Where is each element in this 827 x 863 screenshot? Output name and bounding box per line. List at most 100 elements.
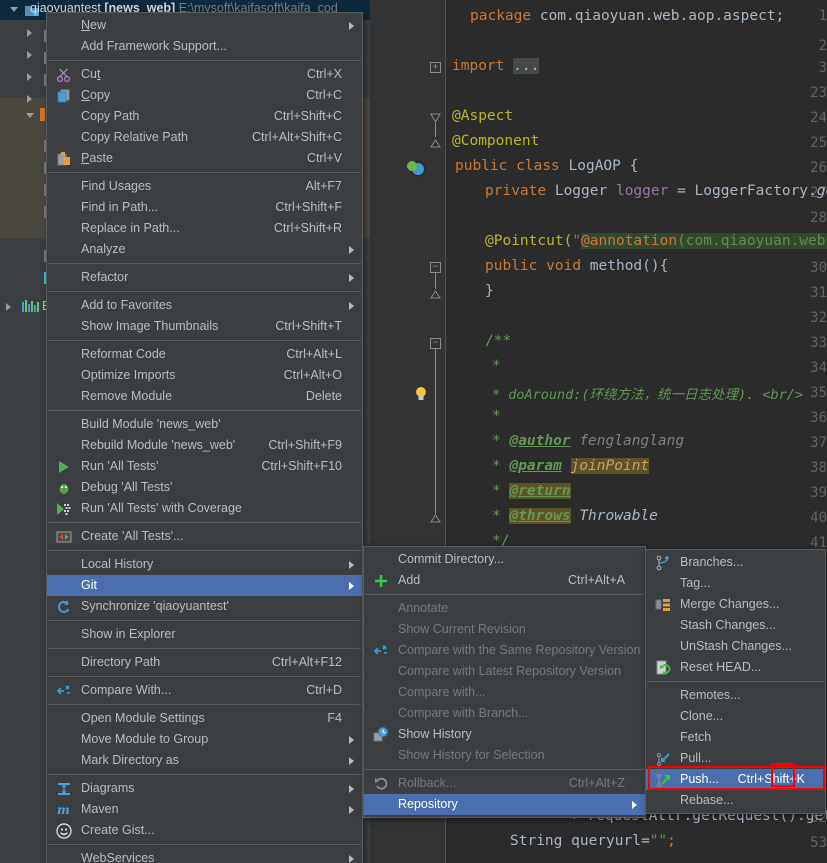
menu-item-fetch[interactable]: Fetch xyxy=(646,727,825,748)
menu-item-label: Remotes... xyxy=(680,688,741,702)
menu-item-open-module-settings[interactable]: Open Module Settings F4 xyxy=(47,708,362,729)
menu-item-clone[interactable]: Clone... xyxy=(646,706,825,727)
menu-item-git[interactable]: Git xyxy=(47,575,362,596)
menu-item-label: Compare with Branch... xyxy=(398,706,529,720)
menu-item-branches[interactable]: Branches... xyxy=(646,552,825,573)
menu-item-maven[interactable]: m Maven xyxy=(47,799,362,820)
menu-item-build-module-news-web[interactable]: Build Module 'news_web' xyxy=(47,414,362,435)
maven-icon: m xyxy=(56,802,72,818)
menu-item-copy-relative-path[interactable]: Copy Relative Path Ctrl+Alt+Shift+C xyxy=(47,127,362,148)
fold-collapse-end-icon[interactable] xyxy=(430,288,441,299)
menu-item-label: Add xyxy=(398,573,421,587)
chevron-right-icon xyxy=(349,855,354,863)
line-number: 36 xyxy=(810,410,827,426)
menu-item-find-usages[interactable]: Find Usages Alt+F7 xyxy=(47,176,362,197)
menu-item-add-to-favorites[interactable]: Add to Favorites xyxy=(47,295,362,316)
menu-item-add[interactable]: Add Ctrl+Alt+A xyxy=(364,570,645,591)
menu-item-optimize-imports[interactable]: Optimize Imports Ctrl+Alt+O xyxy=(47,365,362,386)
fold-collapse-end-icon[interactable] xyxy=(430,137,441,148)
menu-item-shortcut: Ctrl+Shift+F10 xyxy=(261,459,342,473)
menu-item-local-history[interactable]: Local History xyxy=(47,554,362,575)
code-line: * @return xyxy=(492,483,571,499)
class-run-marker-icon[interactable] xyxy=(407,161,426,177)
menu-item-label: UnStash Changes... xyxy=(680,639,792,653)
menu-item-label: Tag... xyxy=(680,576,711,590)
menu-item-debug-all-tests[interactable]: Debug 'All Tests' xyxy=(47,477,362,498)
menu-item-directory-path[interactable]: Directory Path Ctrl+Alt+F12 xyxy=(47,652,362,673)
menu-item-copy-path[interactable]: Copy Path Ctrl+Shift+C xyxy=(47,106,362,127)
menu-item-unstash-changes[interactable]: UnStash Changes... xyxy=(646,636,825,657)
menu-item-label: Show Current Revision xyxy=(398,622,526,636)
menu-item-paste[interactable]: Paste Ctrl+V xyxy=(47,148,362,169)
tree-expand-toggle[interactable] xyxy=(27,51,32,59)
menu-item-label: Find Usages xyxy=(81,179,152,193)
menu-item-run-all-tests-with-coverage[interactable]: Run 'All Tests' with Coverage xyxy=(47,498,362,519)
menu-item-analyze[interactable]: Analyze xyxy=(47,239,362,260)
fold-collapse-start-icon[interactable] xyxy=(430,112,441,124)
menu-item-create-gist[interactable]: Create Gist... xyxy=(47,820,362,841)
fold-collapse-icon[interactable]: − xyxy=(430,262,441,273)
menu-item-shortcut: Ctrl+Shift+R xyxy=(273,221,342,235)
fold-expand-icon[interactable]: + xyxy=(430,62,441,73)
menu-item-create-all-tests[interactable]: Create 'All Tests'... xyxy=(47,526,362,547)
repository-submenu[interactable]: Branches... Tag... Merge Changes... Stash C… xyxy=(645,549,826,814)
code-token-class: class xyxy=(516,158,560,174)
menu-item-compare-with[interactable]: Compare With... Ctrl+D xyxy=(47,680,362,701)
line-number: 26 xyxy=(810,160,827,176)
menu-separator xyxy=(48,522,361,523)
menu-item-remotes[interactable]: Remotes... xyxy=(646,685,825,706)
code-token-import-fold[interactable]: ... xyxy=(513,58,540,74)
menu-item-show-in-explorer[interactable]: Show in Explorer xyxy=(47,624,362,645)
menu-item-remove-module[interactable]: Remove Module Delete xyxy=(47,386,362,407)
tree-expand-toggle[interactable] xyxy=(27,95,32,103)
tree-expand-toggle[interactable] xyxy=(27,73,32,81)
menu-item-reset-head[interactable]: Reset HEAD... xyxy=(646,657,825,678)
menu-item-show-history[interactable]: Show History xyxy=(364,724,645,745)
menu-item-find-in-path[interactable]: Find in Path... Ctrl+Shift+F xyxy=(47,197,362,218)
menu-item-copy[interactable]: Copy Ctrl+C xyxy=(47,85,362,106)
menu-item-label: Paste xyxy=(81,151,113,165)
line-number: 33 xyxy=(810,335,827,351)
menu-item-reformat-code[interactable]: Reformat Code Ctrl+Alt+L xyxy=(47,344,362,365)
fold-stem xyxy=(435,349,436,514)
menu-item-cut[interactable]: Cut Ctrl+X xyxy=(47,64,362,85)
intention-bulb-icon[interactable] xyxy=(414,386,427,401)
code-token-logger-field: logger xyxy=(615,183,669,199)
menu-item-label: Repository xyxy=(398,797,458,811)
menu-item-merge-changes[interactable]: Merge Changes... xyxy=(646,594,825,615)
menu-item-shortcut: Ctrl+Shift+K xyxy=(737,772,805,786)
menu-item-rebase[interactable]: Rebase... xyxy=(646,790,825,811)
tree-expand-toggle[interactable] xyxy=(10,7,18,12)
code-token-void: void xyxy=(546,258,582,274)
fold-collapse-end-icon[interactable] xyxy=(430,512,441,523)
menu-item-rebuild-module-news-web[interactable]: Rebuild Module 'news_web' Ctrl+Shift+F9 xyxy=(47,435,362,456)
project-context-menu[interactable]: New Add Framework Support... Cut Ctrl+X Copy… xyxy=(46,12,363,863)
menu-item-pull[interactable]: Pull... xyxy=(646,748,825,769)
menu-item-repository[interactable]: Repository xyxy=(364,794,645,815)
menu-item-diagrams[interactable]: Diagrams xyxy=(47,778,362,799)
menu-item-push[interactable]: Push... Ctrl+Shift+K xyxy=(646,769,825,790)
menu-item-synchronize-qiaoyuantest[interactable]: Synchronize 'qiaoyuantest' xyxy=(47,596,362,617)
menu-item-label: Copy xyxy=(81,88,111,102)
menu-item-replace-in-path[interactable]: Replace in Path... Ctrl+Shift+R xyxy=(47,218,362,239)
fold-collapse-icon[interactable]: − xyxy=(430,338,441,349)
menu-item-mark-directory-as[interactable]: Mark Directory as xyxy=(47,750,362,771)
menu-item-move-module-to-group[interactable]: Move Module to Group xyxy=(47,729,362,750)
menu-item-show-image-thumbnails[interactable]: Show Image Thumbnails Ctrl+Shift+T xyxy=(47,316,362,337)
menu-item-refactor[interactable]: Refactor xyxy=(47,267,362,288)
tree-expand-toggle[interactable] xyxy=(27,29,32,37)
menu-item-stash-changes[interactable]: Stash Changes... xyxy=(646,615,825,636)
menu-item-tag[interactable]: Tag... xyxy=(646,573,825,594)
menu-item-add-framework-support[interactable]: Add Framework Support... xyxy=(47,36,362,57)
tree-expand-toggle[interactable] xyxy=(6,303,11,311)
menu-item-commit-directory[interactable]: Commit Directory... xyxy=(364,549,645,570)
rollback-icon xyxy=(373,776,389,792)
git-submenu[interactable]: Commit Directory... Add Ctrl+Alt+A Annotate… xyxy=(363,546,646,818)
chevron-right-icon xyxy=(349,22,354,30)
menu-item-shortcut: Ctrl+D xyxy=(306,683,342,697)
menu-item-webservices[interactable]: WebServices xyxy=(47,848,362,863)
tree-expand-toggle[interactable] xyxy=(26,113,34,118)
menu-item-new[interactable]: New xyxy=(47,15,362,36)
code-token-author-tag: @author xyxy=(509,433,571,449)
menu-item-run-all-tests[interactable]: Run 'All Tests' Ctrl+Shift+F10 xyxy=(47,456,362,477)
